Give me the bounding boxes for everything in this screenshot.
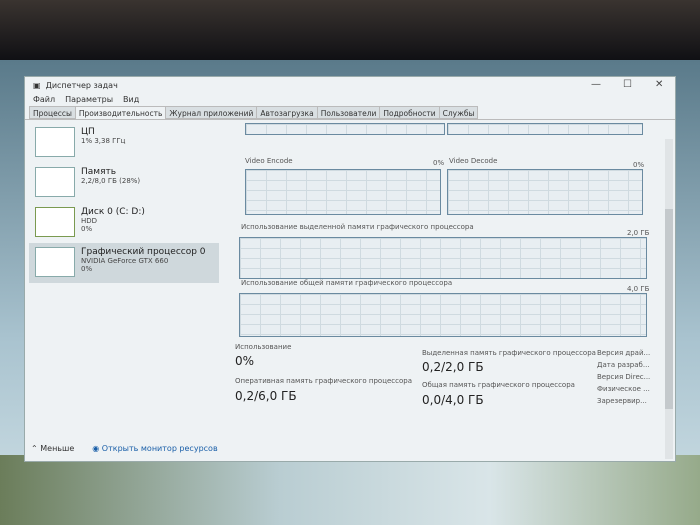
cpu-thumbnail — [35, 127, 75, 157]
footer: ⌃ Меньше ◉ Открыть монитор ресурсов — [31, 444, 218, 453]
graph-top-left — [245, 123, 445, 135]
disk-thumbnail — [35, 207, 75, 237]
sidebar: ЦП 1% 3,38 ГГц Память 2,2/8,0 ГБ (28%) Дис… — [29, 123, 219, 413]
dedicated-memory-max: 2,0 ГБ — [627, 229, 650, 237]
video-decode-graph — [447, 169, 643, 215]
reserved-memory-label: Зарезервир... — [597, 397, 647, 405]
item-name: Память — [81, 167, 117, 177]
memory-thumbnail — [35, 167, 75, 197]
minimize-button[interactable]: — — [591, 79, 601, 90]
driver-date-label: Дата разраб... — [597, 361, 650, 369]
menu-view[interactable]: Вид — [123, 95, 139, 104]
tab-bar: Процессы Производительность Журнал прило… — [25, 106, 675, 120]
shared-label: Общая память графического процессора — [422, 381, 575, 389]
item-name: Диск 0 (C: D:) — [81, 207, 145, 217]
tab-processes[interactable]: Процессы — [29, 106, 76, 119]
window-title: Диспетчер задач — [45, 80, 118, 90]
scrollbar[interactable] — [665, 139, 673, 459]
video-decode-label[interactable]: Video Decode — [449, 157, 497, 165]
item-name: ЦП — [81, 127, 95, 137]
dedicated-label: Выделенная память графического процессор… — [422, 349, 596, 357]
title-bar: ▣ Диспетчер задач — [25, 77, 675, 93]
gpu-detail-panel: Video Encode 0% Video Decode 0% Использо… — [235, 123, 665, 423]
shared-value: 0,0/4,0 ГБ — [422, 393, 484, 407]
driver-version-label: Версия драй... — [597, 349, 651, 357]
resource-monitor-label: Открыть монитор ресурсов — [101, 444, 218, 453]
tab-performance[interactable]: Производительность — [74, 106, 167, 119]
dedicated-memory-label: Использование выделенной памяти графичес… — [241, 223, 474, 231]
item-sub2: 0% — [81, 265, 93, 273]
item-sub: NVIDIA GeForce GTX 660 — [81, 257, 169, 265]
graph-top-right — [447, 123, 643, 135]
usage-label: Использование — [235, 343, 292, 351]
maximize-button[interactable]: ☐ — [623, 79, 632, 90]
open-resource-monitor-link[interactable]: ◉ Открыть монитор ресурсов — [92, 444, 217, 453]
sidebar-item-disk[interactable]: Диск 0 (C: D:) HDD 0% — [29, 203, 219, 243]
app-icon: ▣ — [33, 80, 41, 90]
item-name: Графический процессор 0 — [81, 247, 206, 257]
fewer-details-button[interactable]: ⌃ Меньше — [31, 444, 74, 453]
sidebar-item-cpu[interactable]: ЦП 1% 3,38 ГГц — [29, 123, 219, 163]
gpu-thumbnail — [35, 247, 75, 277]
dedicated-memory-graph — [239, 237, 647, 279]
video-decode-pct: 0% — [633, 161, 645, 169]
dedicated-value: 0,2/2,0 ГБ — [422, 360, 484, 374]
usage-value: 0% — [235, 354, 255, 368]
tab-app-history[interactable]: Журнал приложений — [165, 106, 258, 119]
item-sub: 2,2/8,0 ГБ (28%) — [81, 177, 141, 185]
chevron-up-icon: ⌃ — [31, 444, 38, 453]
sidebar-item-memory[interactable]: Память 2,2/8,0 ГБ (28%) — [29, 163, 219, 203]
menu-file[interactable]: Файл — [33, 95, 55, 104]
tab-users[interactable]: Пользователи — [316, 106, 381, 119]
monitor-bezel — [0, 0, 700, 60]
physical-location-label: Физическое ... — [597, 385, 650, 393]
tab-services[interactable]: Службы — [438, 106, 479, 119]
directx-version-label: Версия Direc... — [597, 373, 651, 381]
tab-startup[interactable]: Автозагрузка — [256, 106, 318, 119]
shared-memory-graph — [239, 293, 647, 337]
desktop-wallpaper — [0, 455, 700, 525]
item-sub2: 0% — [81, 225, 93, 233]
resource-monitor-icon: ◉ — [92, 444, 100, 453]
item-sub: 1% 3,38 ГГц — [81, 137, 126, 145]
gpu-memory-value: 0,2/6,0 ГБ — [235, 389, 297, 403]
gpu-memory-label: Оперативная память графического процессо… — [235, 377, 412, 385]
shared-memory-label: Использование общей памяти графического … — [241, 279, 453, 287]
shared-memory-max: 4,0 ГБ — [627, 285, 650, 293]
video-encode-pct: 0% — [433, 159, 445, 167]
task-manager-window: ▣ Диспетчер задач — ☐ ✕ Файл Параметры В… — [24, 76, 676, 462]
menu-bar: Файл Параметры Вид — [25, 93, 675, 106]
close-button[interactable]: ✕ — [655, 79, 663, 90]
tab-details[interactable]: Подробности — [379, 106, 440, 119]
sidebar-item-gpu[interactable]: Графический процессор 0 NVIDIA GeForce GT… — [29, 243, 219, 283]
video-encode-label[interactable]: Video Encode — [245, 157, 293, 165]
item-sub: HDD — [81, 217, 98, 225]
menu-options[interactable]: Параметры — [65, 95, 113, 104]
scrollbar-thumb[interactable] — [665, 209, 673, 409]
fewer-details-label: Меньше — [40, 444, 75, 453]
video-encode-graph — [245, 169, 441, 215]
